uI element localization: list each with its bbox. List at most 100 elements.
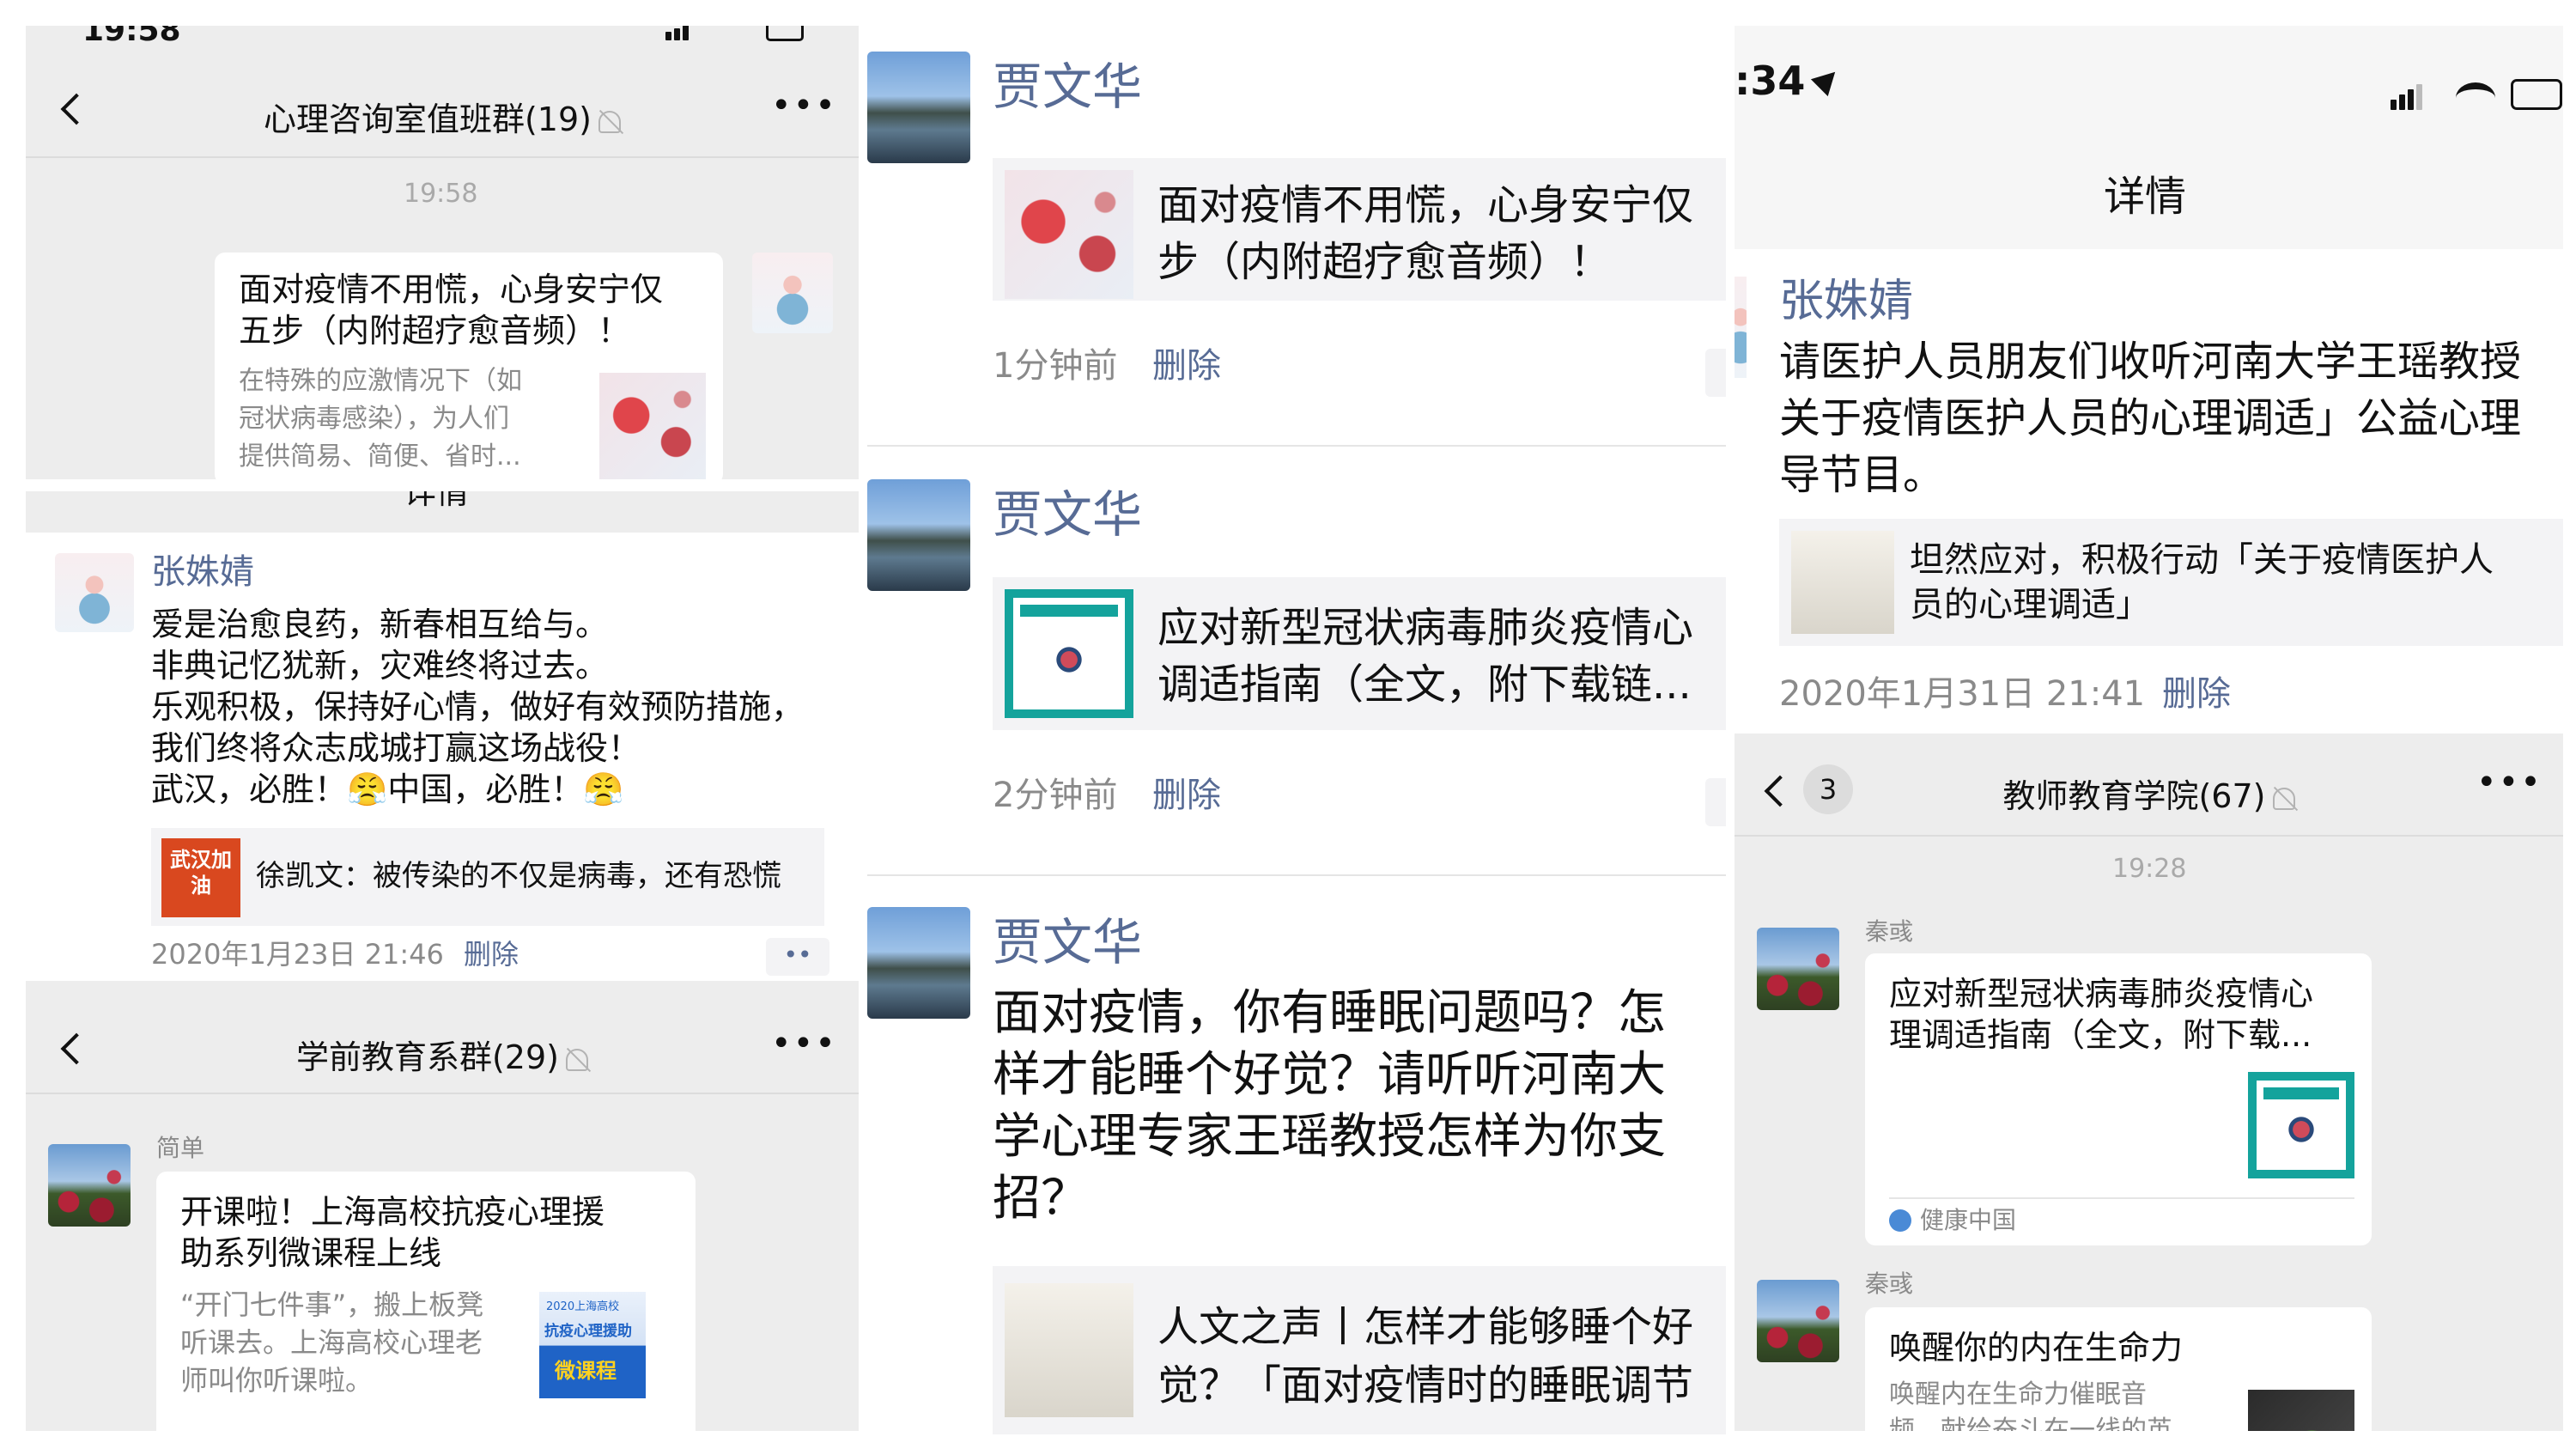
thumb-text: 微课程 [555, 1359, 617, 1383]
link-title: 面对疫情不用慌，心身安宁仅 [1157, 181, 1694, 229]
leaf-thumbnail [2248, 1390, 2354, 1431]
post-text-line: 乐观积极，保持好心情，做好有效预防措施， [151, 688, 805, 726]
battery-icon [2511, 79, 2562, 110]
card-title: 唤醒你的内在生命力 [1889, 1329, 2184, 1367]
card-title: 面对疫情不用慌，心身安宁仅 [239, 271, 664, 308]
shared-link[interactable]: 面对疫情不用慌，心身安宁仅 步（内附超疗愈音频）！ [993, 158, 1726, 301]
link-card-message[interactable]: 开课啦！上海高校抗疫心理援 助系列微课程上线 “开门七件事”，搬上板凳 听课去。… [156, 1172, 696, 1431]
post-text-line: 武汉，必胜！😤中国，必胜！😤 [151, 770, 624, 808]
post-text-line: 非典记忆犹新，灾难终将过去。 [151, 647, 609, 685]
delete-link[interactable]: 删除 [464, 938, 519, 971]
guide-thumbnail [2248, 1072, 2354, 1178]
post-text-line: 我们终将众志成城打赢这场战役！ [151, 729, 641, 767]
mute-bell-icon [566, 1048, 588, 1071]
wifi-icon [2456, 82, 2495, 113]
chat-panel-counseling-group: 19:58 心理咨询室值班群(19) ••• 19:58 面对疫情不用慌，心身安… [26, 26, 859, 479]
comment-icon[interactable]: •• [766, 938, 829, 976]
chat-timestamp: 19:58 [404, 179, 478, 209]
more-icon[interactable]: ••• [771, 86, 837, 125]
card-desc: “开门七件事”，搬上板凳 [180, 1288, 484, 1321]
link-card-message[interactable]: 面对疫情不用慌，心身安宁仅 五步（内附超疗愈音频）！ 在特殊的应激情况下（如 冠… [215, 253, 723, 479]
avatar[interactable] [48, 1144, 131, 1227]
comment-icon[interactable] [1705, 778, 1726, 826]
post-text-line: 样才能睡个好觉？请听听河南大 [993, 1047, 1666, 1103]
post-date: 2020年1月31日 21:41 [1779, 674, 2146, 714]
shared-link[interactable]: 人文之声丨怎样才能够睡个好 觉？「面对疫情时的睡眠调节 [993, 1266, 1726, 1434]
card-desc: 频，献给奋斗在一线的英 [1889, 1416, 2172, 1431]
link-title: 人文之声丨怎样才能够睡个好 [1157, 1303, 1694, 1351]
avatar[interactable] [752, 253, 833, 333]
thumb-text: 抗疫心理援助 [544, 1323, 632, 1340]
post-text-line: 学心理专家王瑶教授怎样为你支 [993, 1109, 1666, 1165]
article-thumbnail [1791, 531, 1894, 634]
link-card-message[interactable]: 应对新型冠状病毒肺炎疫情心 理调适指南（全文，附下载... 健康中国 [1865, 953, 2372, 1245]
chat-timestamp: 19:28 [2112, 854, 2187, 884]
card-title: 理调适指南（全文，附下载... [1889, 1016, 2312, 1054]
card-source: 健康中国 [1920, 1206, 2017, 1234]
shared-link[interactable]: 武汉加油 徐凯文：被传染的不仅是病毒，还有恐慌 [151, 828, 824, 926]
poster-name[interactable]: 贾文华 [993, 912, 1142, 973]
moment-detail-panel-2: :34 详情 张姝婧 请医护人员朋友们收听河南大学王瑶教授 关于疫情医护人员的心… [1735, 26, 2563, 730]
virus-thumbnail [1005, 170, 1133, 299]
chat-panel-teacher-college: 3 教师教育学院(67) ••• 19:28 秦彧 应对新型冠状病毒肺炎疫情心 … [1735, 734, 2563, 1431]
link-title: 应对新型冠状病毒肺炎疫情心 [1157, 604, 1694, 652]
more-icon[interactable]: ••• [2476, 763, 2543, 802]
post-time: 1分钟前 [993, 346, 1118, 386]
card-title: 开课啦！上海高校抗疫心理援 [180, 1193, 605, 1231]
avatar[interactable] [55, 553, 134, 632]
status-time: 19:58 [82, 26, 181, 48]
link-card-message[interactable]: 唤醒你的内在生命力 唤醒内在生命力催眠音 频，献给奋斗在一线的英 [1865, 1307, 2372, 1431]
avatar[interactable] [867, 479, 970, 591]
poster-name[interactable]: 贾文华 [993, 484, 1142, 545]
poster-name[interactable]: 张姝婧 [1779, 275, 1913, 329]
card-desc: 听课去。上海高校心理老 [180, 1326, 483, 1359]
card-desc: 在特殊的应激情况下（如 [239, 366, 522, 396]
chat-title: 学前教育系群(29) [26, 1031, 859, 1078]
avatar[interactable] [1757, 928, 1839, 1010]
course-thumbnail: 2020上海高校 抗疫心理援助 微课程 [539, 1292, 646, 1398]
status-time: :34 [1735, 58, 1806, 104]
card-desc: 冠状病毒感染），为人们 [239, 404, 509, 434]
post-text-line: 请医护人员朋友们收听河南大学王瑶教授 [1779, 338, 2522, 386]
article-thumbnail [1005, 1283, 1133, 1417]
poster-name[interactable]: 张姝婧 [151, 551, 254, 594]
mute-bell-icon [2272, 787, 2295, 810]
thumb-text: 2020上海高校 [546, 1300, 620, 1313]
moments-feed-panel: 贾文华 面对疫情不用慌，心身安宁仅 步（内附超疗愈音频）！ 1分钟前 删除 贾文… [867, 26, 1726, 1434]
more-icon[interactable]: ••• [771, 1024, 837, 1063]
link-title: 坦然应对，积极行动「关于疫情医护人 [1910, 540, 2494, 580]
sender-name: 秦彧 [1865, 1269, 1914, 1298]
link-title: 觉？「面对疫情时的睡眠调节 [1157, 1361, 1694, 1409]
shared-link[interactable]: 应对新型冠状病毒肺炎疫情心 调适指南（全文，附下载链... [993, 577, 1726, 730]
avatar[interactable] [867, 52, 970, 163]
post-text-line: 关于疫情医护人员的心理调适」公益心理 [1779, 394, 2522, 442]
post-time: 2分钟前 [993, 776, 1118, 815]
avatar[interactable] [867, 907, 970, 1019]
signal-icon [665, 26, 691, 40]
link-title: 徐凯文：被传染的不仅是病毒，还有恐慌 [256, 859, 781, 893]
link-title: 步（内附超疗愈音频）！ [1157, 238, 1612, 286]
delete-link[interactable]: 删除 [1152, 345, 1221, 387]
post-text-line: 爱是治愈良药，新春相互给与。 [151, 606, 609, 643]
chat-title: 心理咨询室值班群(19) [26, 93, 859, 140]
post-text-line: 面对疫情，你有睡眠问题吗？怎 [993, 985, 1666, 1041]
comment-icon[interactable] [1705, 349, 1726, 397]
post-date: 2020年1月23日 21:46 [151, 938, 444, 971]
avatar[interactable] [1735, 277, 1747, 378]
mute-bell-icon [598, 110, 621, 133]
card-title: 助系列微课程上线 [180, 1234, 442, 1272]
card-desc: 提供简易、简便、省时... [239, 441, 521, 472]
link-title: 调适指南（全文，附下载链... [1157, 661, 1692, 709]
page-title: 详情 [2104, 173, 2187, 221]
delete-link[interactable]: 删除 [2162, 673, 2231, 715]
poster-name[interactable]: 贾文华 [993, 57, 1142, 118]
moment-detail-panel: 详情 张姝婧 爱是治愈良药，新春相互给与。 非典记忆犹新，灾难终将过去。 乐观积… [26, 491, 859, 979]
guide-thumbnail [1005, 589, 1133, 718]
card-desc: 师叫你听课啦。 [180, 1364, 374, 1397]
shared-link[interactable]: 坦然应对，积极行动「关于疫情医护人 员的心理调适」 [1779, 519, 2563, 646]
avatar[interactable] [1757, 1280, 1839, 1362]
delete-link[interactable]: 删除 [1152, 775, 1221, 817]
card-title: 应对新型冠状病毒肺炎疫情心 [1889, 975, 2314, 1013]
wuhan-jiayou-thumbnail: 武汉加油 [161, 838, 240, 917]
post-text-line: 导节目。 [1779, 451, 1945, 499]
